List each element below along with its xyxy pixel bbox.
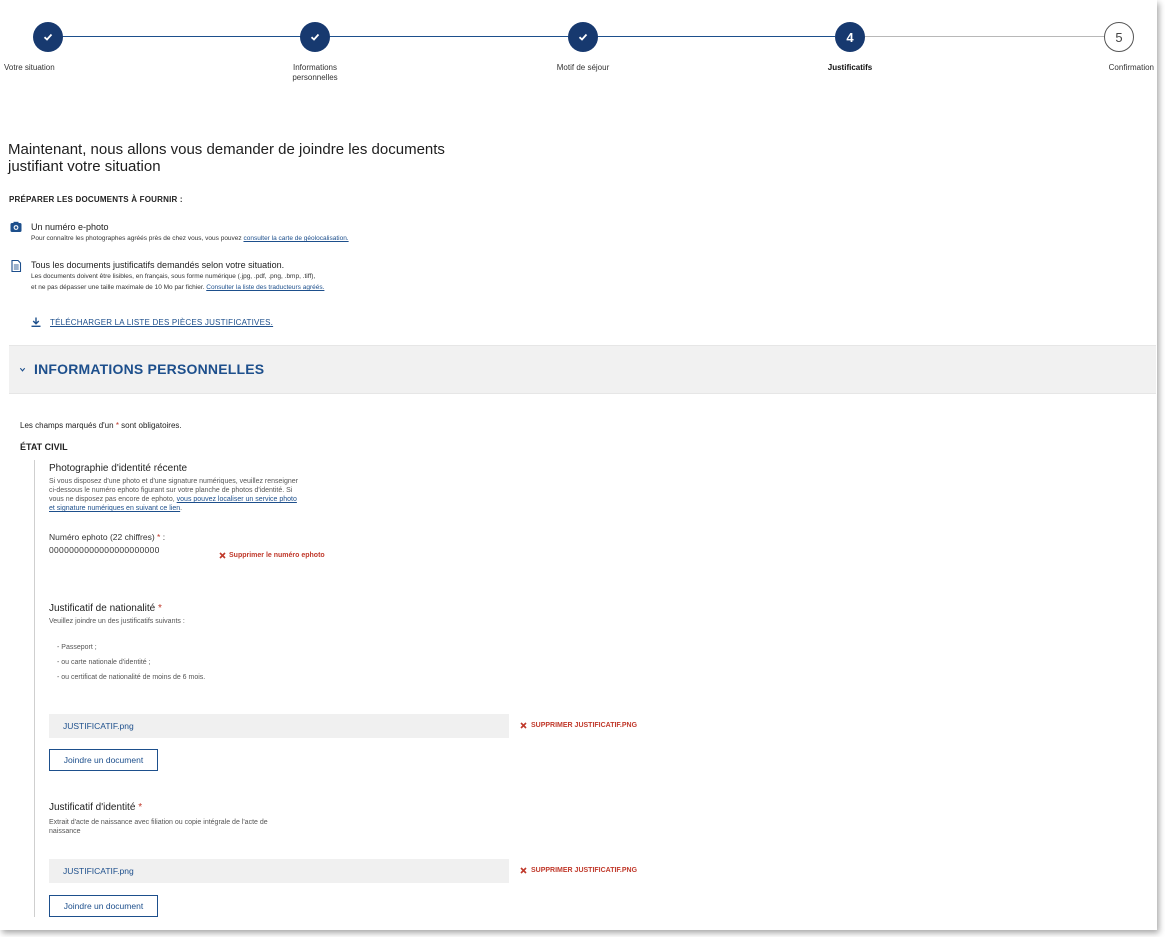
photo-desc-line: ci-dessous le numéro ephoto figurant sur… [49,487,293,494]
close-icon [520,867,527,874]
nationality-block-desc: Veuillez joindre un des justificatifs su… [49,618,185,625]
photo-desc-line: et signature numériques en suivant ce li… [49,504,369,513]
document-icon [11,260,22,272]
nationality-title-text: Justificatif de nationalité [49,603,158,614]
ephoto-label-text: Numéro ephoto (22 chiffres) [49,532,158,542]
step-connector [583,36,835,37]
delete-nationality-file-button[interactable]: SUPPRIMER JUSTIFICATIF.PNG [520,722,637,729]
identity-file-row: JUSTIFICATIF.png [49,859,509,883]
photo-desc-line: Si vous disposez d'une photo et d'une si… [49,478,298,485]
geolocation-map-link[interactable]: consulter la carte de géolocalisation. [243,235,348,242]
close-icon [520,722,527,729]
identity-block-title: Justificatif d'identité * [49,802,142,813]
step-1-done-circle[interactable] [33,22,63,52]
progress-stepper: 4 5 Votre situation Informations personn… [0,0,1157,100]
prepare-ephoto-item: Un numéro e-photo Pour connaître les pho… [9,221,709,251]
step-label: Votre situation [4,63,55,72]
photo-desc-text: vous ne disposez pas encore de ephoto, [49,496,177,503]
translators-list-link[interactable]: Consulter la liste des traducteurs agréé… [206,284,324,291]
step-label: Motif de séjour [556,63,610,72]
step-label: Informations personnelles [292,63,338,82]
download-documents-list-link[interactable]: TÉLÉCHARGER LA LISTE DES PIÈCES JUSTIFIC… [31,317,273,327]
step-2-done-circle[interactable] [300,22,330,52]
step-label: Justificatifs [827,63,873,72]
identity-title-text: Justificatif d'identité [49,802,139,813]
step-3-done-circle[interactable] [568,22,598,52]
identity-block-desc: Extrait d'acte de naissance avec filiati… [49,818,369,836]
camera-icon [10,221,22,232]
nationality-block-title: Justificatif de nationalité * [49,603,162,614]
section-header-informations-personnelles[interactable]: INFORMATIONS PERSONNELLES [9,345,1156,394]
documents-title: Tous les documents justificatifs demandé… [31,260,285,270]
nationality-bullet: - ou certificat de nationalité de moins … [57,674,206,681]
check-icon [43,33,53,41]
required-note-text-end: sont obligatoires. [118,421,182,430]
nationality-file-name[interactable]: JUSTIFICATIF.png [63,721,134,731]
documents-desc-2-text: et ne pas dépasser une taille maximale d… [31,284,207,291]
etat-civil-heading: ÉTAT CIVIL [20,442,68,452]
nationality-bullet: - ou carte nationale d'identité ; [57,659,151,666]
step-connector [48,36,303,37]
ephoto-desc: Pour connaître les photographes agréés p… [31,233,631,244]
step-connector [318,36,568,37]
required-star: * [157,603,162,614]
documents-desc-2: et ne pas dépasser une taille maximale d… [31,282,631,293]
delete-ephoto-label: Supprimer le numéro ephoto [229,552,325,559]
check-icon [310,33,320,41]
delete-ephoto-button[interactable]: Supprimer le numéro ephoto [219,552,325,559]
required-star: * [138,802,143,813]
close-icon [219,552,226,559]
delete-file-label: SUPPRIMER JUSTIFICATIF.PNG [531,867,638,874]
photo-block-title: Photographie d'identité récente [49,463,188,474]
download-icon [31,317,41,327]
required-note-text: Les champs marqués d'un [20,421,116,430]
photo-block-desc: Si vous disposez d'une photo et d'une si… [49,477,369,513]
attach-nationality-document-button[interactable]: Joindre un document [49,749,158,771]
step-label: Confirmation [1108,63,1154,72]
ephoto-label-colon: : [160,532,166,542]
nationality-bullet: - Passeport ; [57,644,97,651]
ephoto-number-value: 0000000000000000000000 [49,545,160,555]
identity-desc-line: naissance [49,828,81,835]
step-number: 4 [846,29,854,45]
locate-photo-service-link[interactable]: vous pouvez localiser un service photo [177,496,297,503]
photo-desc-end: . [180,505,183,512]
documents-desc-1: Les documents doivent être lisibles, en … [31,273,316,280]
prepare-documents-item: Tous les documents justificatifs demandé… [9,259,709,305]
step-number: 5 [1115,29,1123,45]
page-title: Maintenant, nous allons vous demander de… [8,141,445,175]
locate-photo-service-link-2[interactable]: et signature numériques en suivant ce li… [49,505,180,512]
delete-identity-file-button[interactable]: SUPPRIMER JUSTIFICATIF.PNG [520,867,637,874]
ephoto-desc-text: Pour connaître les photographes agréés p… [31,235,244,242]
delete-file-label: SUPPRIMER JUSTIFICATIF.PNG [531,722,638,729]
check-icon [578,33,588,41]
section-title: INFORMATIONS PERSONNELLES [34,361,265,377]
identity-file-name[interactable]: JUSTIFICATIF.png [63,866,134,876]
prepare-heading: PRÉPARER LES DOCUMENTS À FOURNIR : [9,195,183,204]
page-frame: 4 5 Votre situation Informations personn… [0,0,1157,930]
step-4-current-circle: 4 [835,22,865,52]
chevron-down-icon [19,367,26,372]
nationality-file-row: JUSTIFICATIF.png [49,714,509,738]
ephoto-number-label: Numéro ephoto (22 chiffres) * : [49,532,165,542]
required-fields-note: Les champs marqués d'un * sont obligatoi… [20,421,182,430]
step-connector [850,36,1105,37]
photo-desc-line: vous ne disposez pas encore de ephoto, v… [49,495,369,504]
identity-desc-line: Extrait d'acte de naissance avec filiati… [49,819,268,826]
ephoto-title: Un numéro e-photo [31,222,109,232]
attach-identity-document-button[interactable]: Joindre un document [49,895,158,917]
download-label: TÉLÉCHARGER LA LISTE DES PIÈCES JUSTIFIC… [50,317,274,327]
step-5-future-circle: 5 [1104,22,1134,52]
group-left-rule [34,460,35,917]
